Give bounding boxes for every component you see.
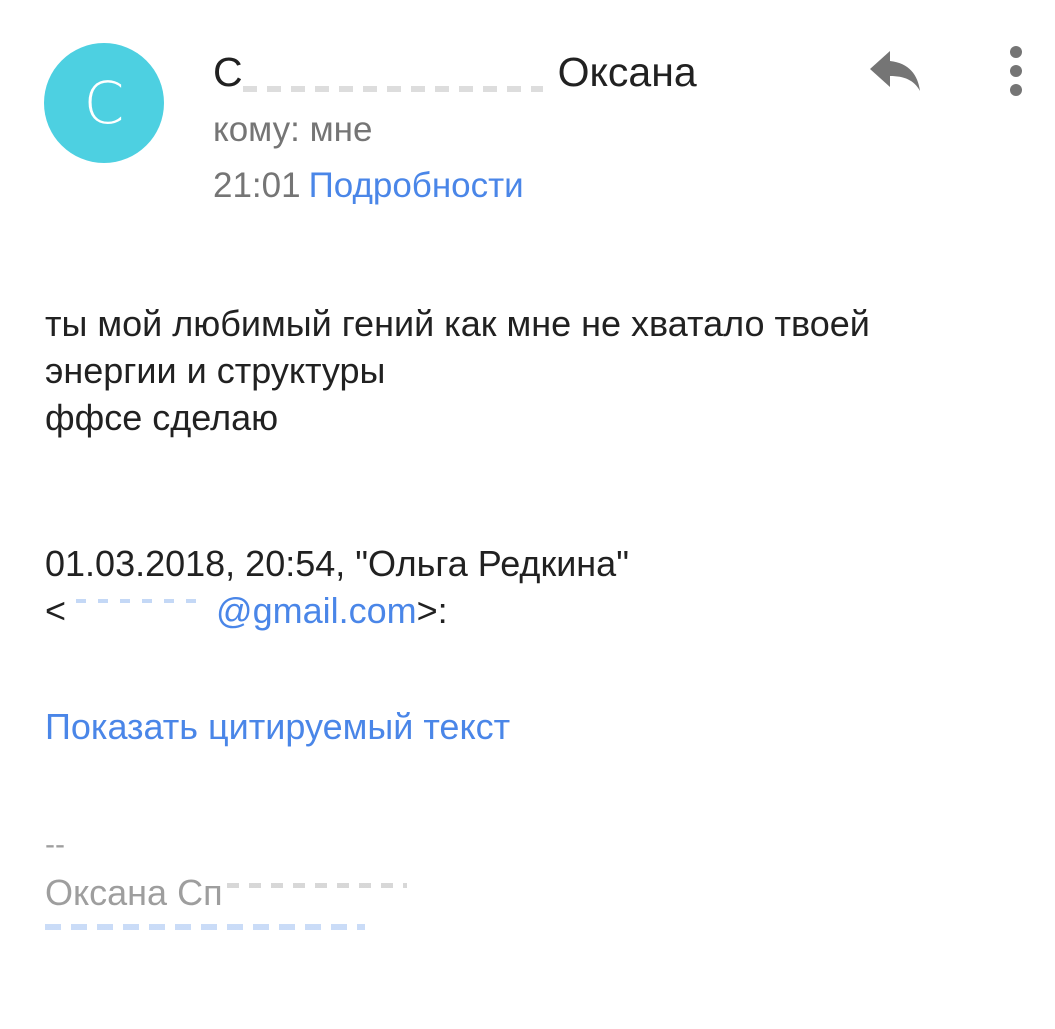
quoted-email-link[interactable]: @gmail.com [216, 590, 417, 631]
email-view: C С Оксана кому: мне 21:01 Подробности ты… [0, 0, 1055, 1029]
redacted-signature-surname [223, 875, 423, 915]
body-line: ффсе сделаю [45, 397, 279, 438]
quote-email-line: < @gmail.com>: [45, 587, 629, 634]
email-close-bracket: >: [416, 590, 448, 631]
time-line: 21:01 Подробности [213, 166, 524, 206]
sender-avatar[interactable]: C [44, 43, 164, 163]
more-options-button[interactable] [992, 38, 1040, 104]
quote-date-author: 01.03.2018, 20:54, "Ольга Редкина" [45, 543, 629, 584]
sender-name-visible-end: Оксана [557, 48, 697, 95]
signature-separator: -- [45, 828, 65, 861]
details-link[interactable]: Подробности [309, 166, 524, 205]
signature-name: Оксана Сп [45, 872, 423, 915]
reply-button[interactable] [862, 38, 928, 104]
avatar-letter: C [83, 69, 125, 137]
body-line: энергии и структуры [45, 350, 386, 391]
sender-name[interactable]: С Оксана [213, 44, 697, 100]
body-line: ты мой любимый гений как мне не хватало … [45, 303, 870, 344]
sender-name-visible-start: С [213, 48, 243, 95]
redacted-sender-surname [242, 46, 558, 98]
email-open-bracket: < [45, 590, 67, 631]
reply-icon [870, 51, 920, 91]
quote-attribution: 01.03.2018, 20:54, "Ольга Редкина" < @gma… [45, 540, 629, 634]
recipient-line: кому: мне [213, 110, 373, 149]
sent-time: 21:01 [213, 166, 301, 205]
signature-name-visible: Оксана Сп [45, 872, 223, 913]
message-body: ты мой любимый гений как мне не хватало … [45, 300, 1025, 441]
more-vert-icon [1010, 46, 1022, 96]
redacted-email-user [66, 593, 216, 633]
show-quoted-text-link[interactable]: Показать цитируемый текст [45, 706, 510, 748]
redacted-signature-phone[interactable] [45, 924, 375, 954]
